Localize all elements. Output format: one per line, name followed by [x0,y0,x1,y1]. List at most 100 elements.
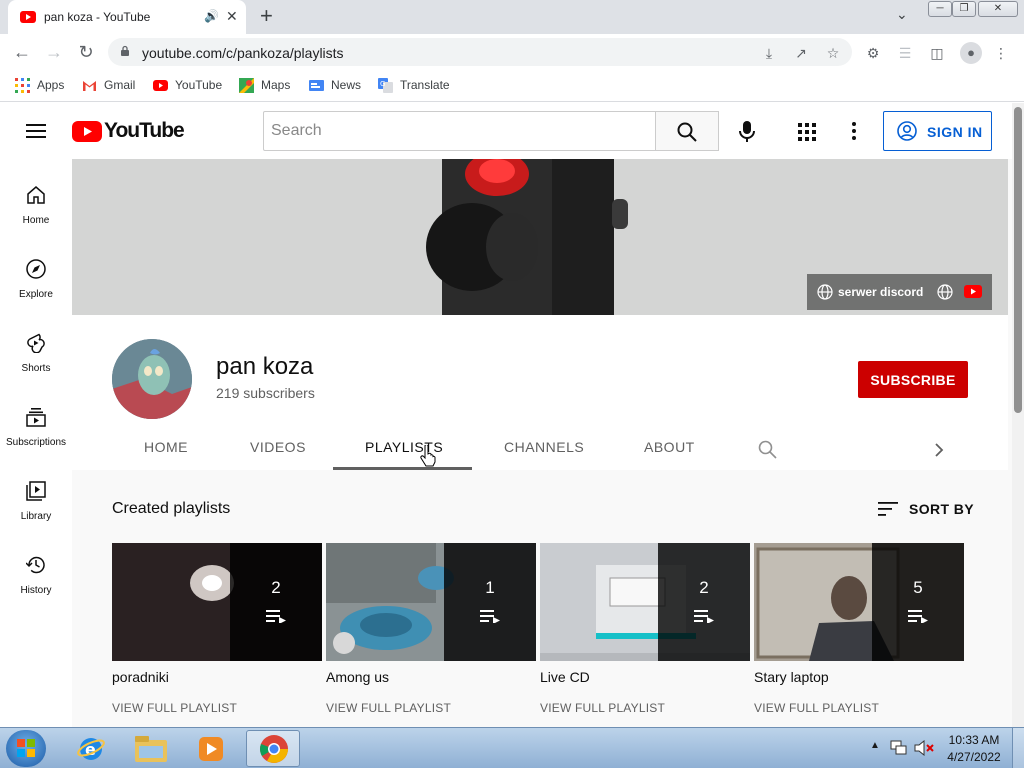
taskbar-chrome[interactable] [246,730,300,767]
playlist-count-overlay: 5 [872,543,964,661]
bookmark-gmail[interactable]: Gmail [82,77,135,95]
playlist-card[interactable]: 2 Live CD VIEW FULL PLAYLIST [540,543,750,723]
tab-videos[interactable]: VIDEOS [250,439,306,455]
url-text[interactable]: youtube.com/c/pankoza/playlists [142,45,344,61]
restore-window-button[interactable]: ❐ [952,1,976,17]
volume-muted-icon[interactable] [914,740,934,756]
playlist-queue-icon [480,610,500,623]
share-icon[interactable]: ↗ [792,44,810,62]
subscribe-button[interactable]: SUBSCRIBE [858,361,968,398]
bookmark-star-icon[interactable]: ☆ [824,44,842,62]
taskbar-file-explorer[interactable] [124,730,178,767]
view-full-playlist-link[interactable]: VIEW FULL PLAYLIST [326,701,451,715]
search-button[interactable] [655,111,719,151]
banner-link-serwer-discord[interactable]: serwer discord [838,285,923,299]
settings-more-icon[interactable] [852,122,856,140]
view-full-playlist-link[interactable]: VIEW FULL PLAYLIST [112,701,237,715]
sidebar-item-home[interactable]: Home [0,175,72,249]
new-tab-button[interactable]: + [260,4,280,28]
youtube-link-icon[interactable] [964,285,982,298]
address-bar[interactable]: youtube.com/c/pankoza/playlists ⤓ ↗ ☆ [108,38,852,66]
playlist-thumbnail[interactable]: 2 [540,543,750,661]
bookmark-label: Translate [400,78,450,92]
extensions-puzzle-icon[interactable]: ⚙ [864,44,882,62]
side-panel-icon[interactable]: ◫ [928,44,946,62]
playlist-count-overlay: 1 [444,543,536,661]
sidebar-item-shorts[interactable]: Shorts [0,323,72,397]
subscriptions-icon [26,408,46,427]
sort-by-button[interactable]: SORT BY [878,498,978,522]
playlist-card[interactable]: 2 poradniki VIEW FULL PLAYLIST [112,543,322,723]
tab-channels[interactable]: CHANNELS [504,439,584,455]
tabs-next-chevron-icon[interactable] [934,442,944,458]
microphone-icon[interactable] [739,121,755,143]
browser-menu-icon[interactable]: ⋮ [992,44,1010,62]
sidebar-item-label: Subscriptions [5,437,67,448]
minimize-window-button[interactable]: ─ [928,1,952,17]
squidward-avatar-image [112,339,192,419]
tab-search-chevron-icon[interactable]: ⌄ [896,6,908,23]
taskbar-internet-explorer[interactable]: e [64,730,118,767]
bookmark-translate[interactable]: G Translate [378,77,450,95]
home-icon [27,186,45,204]
taskbar-media-player[interactable] [184,730,238,767]
playlist-thumbnail[interactable]: 1 [326,543,536,661]
hamburger-menu-icon[interactable] [26,123,46,139]
profile-avatar-icon[interactable]: ● [960,42,982,64]
apps-grid-icon[interactable] [798,123,816,141]
sidebar-item-history[interactable]: History [0,545,72,619]
lock-icon[interactable] [120,45,130,56]
bookmark-maps[interactable]: Maps [239,77,290,95]
bookmark-youtube[interactable]: YouTube [153,77,222,95]
sort-by-label: SORT BY [909,501,975,517]
tab-about[interactable]: ABOUT [644,439,695,455]
view-full-playlist-link[interactable]: VIEW FULL PLAYLIST [540,701,665,715]
channel-avatar[interactable] [112,339,192,419]
bookmark-news[interactable]: News [309,77,361,95]
playlist-title[interactable]: Live CD [540,669,590,685]
close-window-button[interactable]: ✕ [978,1,1018,17]
media-player-icon [199,737,223,761]
install-app-icon[interactable]: ⤓ [760,44,778,62]
playlist-title[interactable]: Stary laptop [754,669,829,685]
playlist-video-count: 1 [485,578,495,597]
clock-time[interactable]: 10:33 AM [946,733,1002,747]
subscribe-label: SUBSCRIBE [870,372,956,388]
tab-home[interactable]: HOME [144,439,188,455]
back-arrow-icon[interactable]: ← [10,41,34,63]
bookmark-apps[interactable]: Apps [15,77,64,95]
start-button[interactable] [6,730,46,767]
media-controls-icon[interactable]: ☰ [896,44,914,62]
browser-tab[interactable]: pan koza - YouTube 🔊 ✕ [8,0,246,34]
internet-explorer-icon: e [77,738,105,760]
close-tab-icon[interactable]: ✕ [226,8,238,25]
playlist-title[interactable]: Among us [326,669,389,685]
section-title: Created playlists [112,500,231,517]
show-hidden-icons-icon[interactable]: ▲ [870,740,880,751]
playlist-title[interactable]: poradniki [112,669,169,685]
reload-icon[interactable]: ↻ [74,41,98,63]
network-icon[interactable] [890,740,908,756]
audio-playing-icon[interactable]: 🔊 [204,9,219,23]
sidebar-item-explore[interactable]: Explore [0,249,72,323]
forward-arrow-icon[interactable]: → [42,41,66,63]
search-input[interactable]: Search [263,111,656,151]
show-desktop-button[interactable] [1012,728,1024,768]
globe-link-icon[interactable] [937,284,953,300]
page-scrollbar[interactable] [1012,103,1024,727]
explore-icon [26,259,46,279]
playlist-card[interactable]: 1 Among us VIEW FULL PLAYLIST [326,543,536,723]
playlist-thumbnail[interactable]: 5 [754,543,964,661]
clock-date[interactable]: 4/27/2022 [944,750,1004,764]
playlist-count-overlay: 2 [658,543,750,661]
playlist-thumbnail[interactable]: 2 [112,543,322,661]
channel-search-icon[interactable] [758,440,777,459]
scrollbar-thumb[interactable] [1014,107,1022,413]
playlist-card[interactable]: 5 Stary laptop VIEW FULL PLAYLIST [754,543,964,723]
playlists-section: Created playlists SORT BY 2 poradniki VI… [72,470,1008,727]
view-full-playlist-link[interactable]: VIEW FULL PLAYLIST [754,701,879,715]
search-icon [677,122,697,142]
sidebar-item-library[interactable]: Library [0,471,72,545]
sign-in-button[interactable]: SIGN IN [883,111,992,151]
sidebar-item-subscriptions[interactable]: Subscriptions [0,397,72,471]
